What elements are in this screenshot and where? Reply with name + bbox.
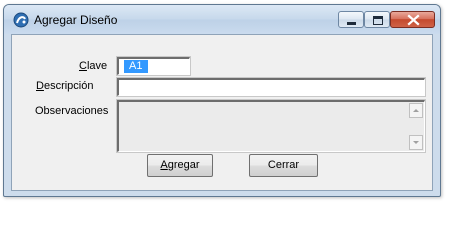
observaciones-scrollbar[interactable] xyxy=(408,102,424,151)
observaciones-textarea[interactable] xyxy=(116,99,426,153)
app-icon xyxy=(13,12,29,28)
descripcion-input[interactable] xyxy=(116,77,426,97)
maximize-button[interactable] xyxy=(364,11,390,28)
scroll-up-arrow-icon xyxy=(413,109,419,112)
clave-label: Clave xyxy=(79,60,108,72)
clave-value: A1 xyxy=(124,60,149,73)
minimize-button[interactable] xyxy=(338,11,364,28)
close-button[interactable] xyxy=(390,11,435,28)
window-title: Agregar Diseño xyxy=(34,13,118,27)
maximize-icon xyxy=(373,16,383,25)
cerrar-button[interactable]: Cerrar xyxy=(249,154,318,177)
clave-input[interactable]: A1 xyxy=(116,56,191,76)
descripcion-label: Descripción xyxy=(36,80,94,92)
close-icon xyxy=(407,14,420,26)
minimize-icon xyxy=(347,22,356,25)
dialog-window: Agregar Diseño Clave A1 Descripción Obse… xyxy=(3,4,441,197)
scroll-down-arrow-icon xyxy=(413,141,419,144)
title-bar[interactable]: Agregar Diseño xyxy=(4,5,440,34)
observaciones-label: Observaciones xyxy=(35,105,109,117)
dialog-body: Clave A1 Descripción Observaciones Agreg… xyxy=(11,34,433,191)
agregar-button[interactable]: Agregar xyxy=(147,154,213,177)
scroll-up-button[interactable] xyxy=(409,103,423,118)
scroll-down-button[interactable] xyxy=(409,135,423,150)
